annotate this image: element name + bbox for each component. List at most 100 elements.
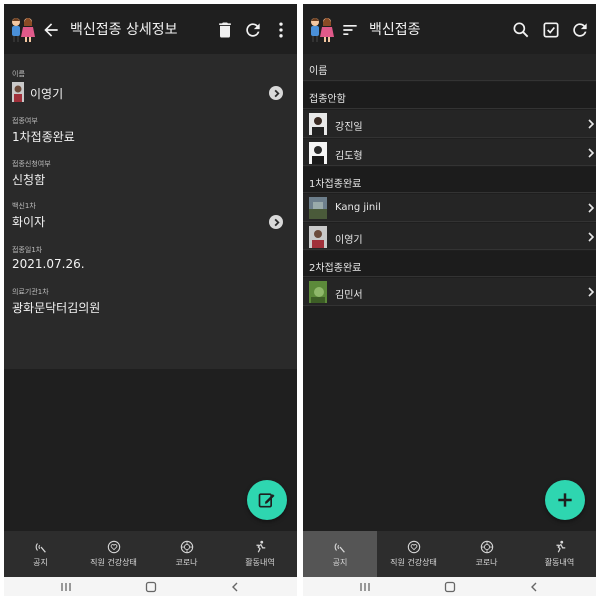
- add-fab[interactable]: [545, 480, 585, 520]
- list-item[interactable]: Kang jinil: [303, 194, 596, 222]
- sort-button[interactable]: [339, 19, 361, 41]
- home-icon: [145, 581, 157, 592]
- list-item-name: 강진일: [335, 122, 363, 133]
- list-item[interactable]: 강진일: [303, 110, 596, 138]
- more-vert-icon: [279, 22, 283, 38]
- tab-activity[interactable]: 활동내역: [223, 531, 297, 577]
- select-button[interactable]: [540, 19, 562, 41]
- back-button[interactable]: [40, 19, 62, 41]
- group-header: 접종안함: [303, 82, 596, 109]
- vaccination-date-label: 접종일1차: [12, 246, 43, 254]
- notice-icon: [334, 543, 345, 553]
- checkbox-icon: [543, 22, 559, 38]
- chevron-right-icon: [588, 232, 595, 242]
- avatar: [309, 142, 327, 164]
- home-icon: [444, 581, 456, 592]
- refresh-button[interactable]: [242, 19, 264, 41]
- tab-notice-label: 공지: [332, 558, 348, 567]
- vaccination-status-value: 1차접종완료: [12, 130, 75, 144]
- name-label: 이름: [12, 70, 25, 78]
- refresh-button[interactable]: [569, 19, 591, 41]
- application-status-value: 신청함: [12, 173, 46, 187]
- list-app-bar: 백신접종: [303, 4, 596, 54]
- chevron-right-icon: [588, 287, 595, 297]
- heart-icon: [407, 540, 420, 554]
- application-status-label: 접종신청여부: [12, 160, 51, 168]
- plus-icon: [558, 493, 572, 507]
- list-screen: 백신접종 이름 접종안함 강진일 김도형 1차접종완료 Kang jinil 이…: [303, 4, 596, 596]
- search-button[interactable]: [510, 19, 532, 41]
- trash-icon: [219, 22, 231, 38]
- chevron-right-icon: [588, 119, 595, 129]
- virus-icon: [180, 540, 193, 554]
- list-item[interactable]: 김도형: [303, 139, 596, 166]
- search-icon: [513, 22, 529, 38]
- recent-apps-icon: [360, 582, 370, 591]
- name-open-button[interactable]: [269, 86, 283, 100]
- home-button[interactable]: [443, 580, 457, 593]
- system-back-button[interactable]: [527, 580, 541, 593]
- clinic-label: 의료기관1차: [12, 288, 49, 296]
- detail-title: 백신접종 상세정보: [70, 22, 178, 38]
- group-header: 1차접종완료: [303, 167, 596, 193]
- tab-notice[interactable]: 공지: [4, 531, 77, 577]
- list-item[interactable]: 이영기: [303, 223, 596, 250]
- recent-apps-button[interactable]: [59, 580, 73, 593]
- avatar: [309, 197, 327, 219]
- detail-screen: 백신접종 상세정보 이름 이영기 접종여부 1차접종완료 접종신청여부 신청함 …: [4, 4, 297, 596]
- heart-icon: [107, 540, 120, 554]
- avatar: [12, 82, 24, 102]
- avatar: [309, 113, 327, 135]
- tab-corona[interactable]: 코로나: [450, 531, 523, 577]
- running-icon: [256, 540, 266, 553]
- tab-corona[interactable]: 코로나: [150, 531, 223, 577]
- recent-apps-button[interactable]: [358, 580, 372, 593]
- list-item-name: 이영기: [335, 235, 363, 246]
- vaccine-open-button[interactable]: [269, 215, 283, 229]
- name-value: 이영기: [30, 87, 64, 101]
- group-label: 2차접종완료: [309, 263, 362, 274]
- bottom-navigation: 공지 직원 건강상태 코로나 활동내역: [303, 531, 596, 577]
- tab-health-label: 직원 건강상태: [90, 558, 137, 567]
- tab-notice[interactable]: 공지: [303, 531, 377, 577]
- detail-form: 이름 이영기 접종여부 1차접종완료 접종신청여부 신청함 백신1차 화이자 접…: [4, 54, 297, 369]
- delete-button[interactable]: [214, 19, 236, 41]
- sort-icon: [343, 25, 357, 35]
- edit-fab[interactable]: [247, 480, 287, 520]
- vaccine-1st-label: 백신1차: [12, 202, 36, 210]
- tab-corona-label: 코로나: [475, 558, 498, 567]
- vaccination-status-label: 접종여부: [12, 117, 38, 125]
- running-icon: [556, 540, 565, 553]
- bottom-navigation: 공지 직원 건강상태 코로나 활동내역: [4, 531, 297, 577]
- tab-health[interactable]: 직원 건강상태: [77, 531, 150, 577]
- chevron-right-icon: [588, 148, 595, 158]
- system-back-button[interactable]: [228, 580, 242, 593]
- group-label: 접종안함: [309, 94, 346, 105]
- clinic-value: 광화문닥터김의원: [12, 301, 101, 315]
- tab-activity-label: 활동내역: [245, 558, 275, 567]
- chevron-right-icon: [274, 218, 280, 226]
- tab-health[interactable]: 직원 건강상태: [377, 531, 450, 577]
- app-logo-icon: [311, 18, 334, 42]
- arrow-left-icon: [44, 23, 58, 37]
- list-title: 백신접종: [369, 22, 421, 38]
- recent-apps-icon: [61, 582, 71, 591]
- chevron-right-icon: [274, 89, 280, 97]
- refresh-icon: [573, 23, 587, 37]
- avatar: [309, 281, 327, 303]
- detail-app-bar: 백신접종 상세정보: [4, 4, 297, 54]
- notice-icon: [35, 543, 46, 553]
- vaccination-date-value: 2021.07.26.: [12, 257, 85, 271]
- list-item-name: 김도형: [335, 151, 363, 162]
- chevron-right-icon: [588, 203, 595, 213]
- avatar: [309, 226, 327, 248]
- more-button[interactable]: [270, 19, 292, 41]
- group-header: 2차접종완료: [303, 251, 596, 277]
- tab-notice-label: 공지: [33, 558, 48, 567]
- home-button[interactable]: [144, 580, 158, 593]
- chevron-left-icon: [531, 582, 537, 591]
- tab-activity[interactable]: 활동내역: [523, 531, 596, 577]
- column-header[interactable]: 이름: [303, 54, 596, 81]
- list-item[interactable]: 김민서: [303, 278, 596, 306]
- tab-activity-label: 활동내역: [544, 558, 575, 567]
